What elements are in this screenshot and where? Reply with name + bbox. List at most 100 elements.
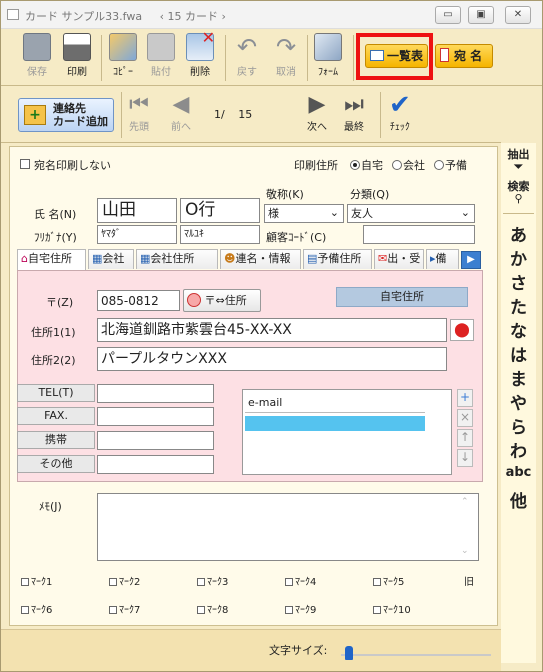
mark-5-checkbox[interactable]: ﾏｰｸ5	[373, 573, 404, 588]
mark-7-checkbox[interactable]: ﾏｰｸ7	[109, 601, 140, 616]
print-address-radio-spare[interactable]: 予備	[434, 157, 467, 173]
tab-joint-info[interactable]: ☻連名・情報	[220, 249, 301, 269]
extract-button[interactable]: 抽出 ⏷	[501, 149, 536, 173]
toolbar-divider	[307, 35, 308, 81]
no-address-print-checkbox[interactable]	[20, 159, 30, 169]
print-address-radio-company[interactable]: 会社	[392, 157, 425, 173]
category-select[interactable]: 友人 ⌄	[347, 204, 475, 223]
honorific-label: 敬称(K)	[266, 188, 304, 201]
other-field[interactable]	[97, 455, 214, 474]
form-button[interactable]: ﾌｫｰﾑ	[314, 33, 342, 78]
remove-email-button[interactable]: ×	[457, 409, 473, 427]
card-app-icon	[7, 9, 19, 20]
index-sa[interactable]: さ	[501, 269, 536, 294]
last-button[interactable]: ⏭ 最終	[344, 92, 364, 133]
index-other[interactable]: 他	[501, 487, 536, 512]
font-size-slider-thumb[interactable]	[345, 646, 353, 660]
tab-spare-address[interactable]: ▤予備住所	[303, 249, 372, 269]
index-ka[interactable]: か	[501, 245, 536, 270]
save-button[interactable]: 保存	[23, 33, 51, 78]
address-type-button[interactable]: 自宅住所	[336, 287, 468, 307]
paste-button[interactable]: 貼付	[147, 33, 175, 78]
mark-2-checkbox[interactable]: ﾏｰｸ2	[109, 573, 140, 588]
zip-field[interactable]: 085-0812	[97, 290, 180, 311]
skip-first-icon: ⏮	[129, 92, 149, 117]
mark-4-checkbox[interactable]: ﾏｰｸ4	[285, 573, 316, 588]
minimize-button[interactable]: ▭	[435, 6, 461, 24]
next-arrow-icon: ▶	[308, 92, 326, 117]
tab-scroll-right-button[interactable]: ▶	[461, 251, 481, 269]
mark-5-label: ﾏｰｸ5	[383, 577, 405, 588]
check-button[interactable]: ✔ ﾁｪｯｸ	[389, 92, 411, 133]
chevron-down-icon: ⌄	[460, 206, 470, 219]
index-na[interactable]: な	[501, 317, 536, 342]
selected-list-row[interactable]	[245, 416, 425, 431]
move-up-button[interactable]: ↑	[457, 429, 473, 447]
prev-button[interactable]: ◀ 前へ	[171, 92, 191, 133]
given-name-kana-field[interactable]: ﾏﾙﾕｷ	[180, 225, 260, 244]
first-button[interactable]: ⏮ 先頭	[129, 92, 149, 133]
tel-field[interactable]	[97, 384, 214, 403]
font-size-slider-track[interactable]	[341, 654, 491, 656]
print-address-radio-home[interactable]: 自宅	[350, 157, 383, 173]
other-label: その他	[17, 455, 95, 473]
window-title-text: カード サンプル33.fwa	[25, 10, 143, 23]
mark-6-checkbox[interactable]: ﾏｰｸ6	[21, 601, 52, 616]
undo-button[interactable]: ↶ 戻す	[233, 33, 261, 78]
delete-button[interactable]: ✕ 削除	[186, 28, 215, 78]
honorific-select[interactable]: 様 ⌄	[264, 204, 344, 223]
add-contact-button[interactable]: + 連絡先 カード追加	[18, 98, 114, 132]
index-ma[interactable]: ま	[501, 365, 536, 390]
tab-notes[interactable]: ▸備	[426, 249, 459, 269]
index-ta[interactable]: た	[501, 293, 536, 318]
close-button[interactable]: ✕	[505, 6, 531, 24]
index-ha[interactable]: は	[501, 341, 536, 366]
next-button[interactable]: ▶ 次へ	[307, 92, 327, 133]
email-list[interactable]: e-mail	[242, 389, 452, 475]
radio-home-label: 自宅	[361, 159, 383, 172]
customer-code-field[interactable]	[363, 225, 475, 244]
index-a[interactable]: あ	[501, 221, 536, 246]
add-card-icon: +	[24, 105, 46, 125]
building-icon: ▦	[92, 252, 103, 265]
people-icon: ☻	[224, 252, 236, 265]
tab-home-address[interactable]: ⌂自宅住所	[17, 249, 86, 271]
copy-icon	[109, 33, 137, 61]
tab-company[interactable]: ▦会社	[88, 249, 134, 269]
cancel-button[interactable]: ↷ 取消	[272, 33, 300, 78]
checkbox-icon	[373, 578, 381, 586]
surname-kana-field[interactable]: ﾔﾏﾀﾞ	[97, 225, 177, 244]
mark-10-checkbox[interactable]: ﾏｰｸ10	[373, 601, 411, 616]
add-email-button[interactable]: +	[457, 389, 473, 407]
mark-3-checkbox[interactable]: ﾏｰｸ3	[197, 573, 228, 588]
index-ra[interactable]: ら	[501, 413, 536, 438]
marks-more-button[interactable]: 旧	[464, 573, 474, 588]
search-button[interactable]: 検索 ⚲	[501, 181, 536, 205]
address1-field[interactable]: 北海道釧路市紫雲台45-XX-XX	[97, 318, 447, 342]
fax-field[interactable]	[97, 407, 214, 426]
index-ya[interactable]: や	[501, 389, 536, 414]
tab-company-address[interactable]: ▦会社住所	[136, 249, 218, 269]
zip-convert-button[interactable]: 〒⇔住所	[183, 289, 261, 312]
address2-field[interactable]: パープルタウンXXX	[97, 347, 447, 371]
mark-8-checkbox[interactable]: ﾏｰｸ8	[197, 601, 228, 616]
scroll-down-icon[interactable]: ⌄	[461, 546, 469, 556]
maximize-button[interactable]: ▣	[468, 6, 494, 24]
tab-sent-received[interactable]: ✉出・受	[374, 249, 424, 269]
surname-field[interactable]: 山田	[97, 198, 177, 223]
map-pin-button[interactable]: ⬤	[450, 319, 474, 341]
mark-1-checkbox[interactable]: ﾏｰｸ1	[21, 573, 52, 588]
move-down-button[interactable]: ↓	[457, 449, 473, 467]
copy-button[interactable]: ｺﾋﾟｰ	[109, 33, 137, 78]
mobile-field[interactable]	[97, 431, 214, 450]
memo-field[interactable]	[97, 493, 479, 561]
fax-label: FAX.	[17, 407, 95, 425]
index-wa[interactable]: わ	[501, 437, 536, 462]
mark-9-checkbox[interactable]: ﾏｰｸ9	[285, 601, 316, 616]
given-name-field[interactable]: O行	[180, 198, 260, 223]
scroll-up-icon[interactable]: ⌃	[461, 497, 469, 507]
email-item[interactable]: e-mail	[248, 396, 282, 409]
index-abc[interactable]: abc	[501, 465, 536, 480]
address-label-button[interactable]: 宛 名	[435, 44, 493, 68]
print-button[interactable]: 印刷	[63, 33, 91, 78]
